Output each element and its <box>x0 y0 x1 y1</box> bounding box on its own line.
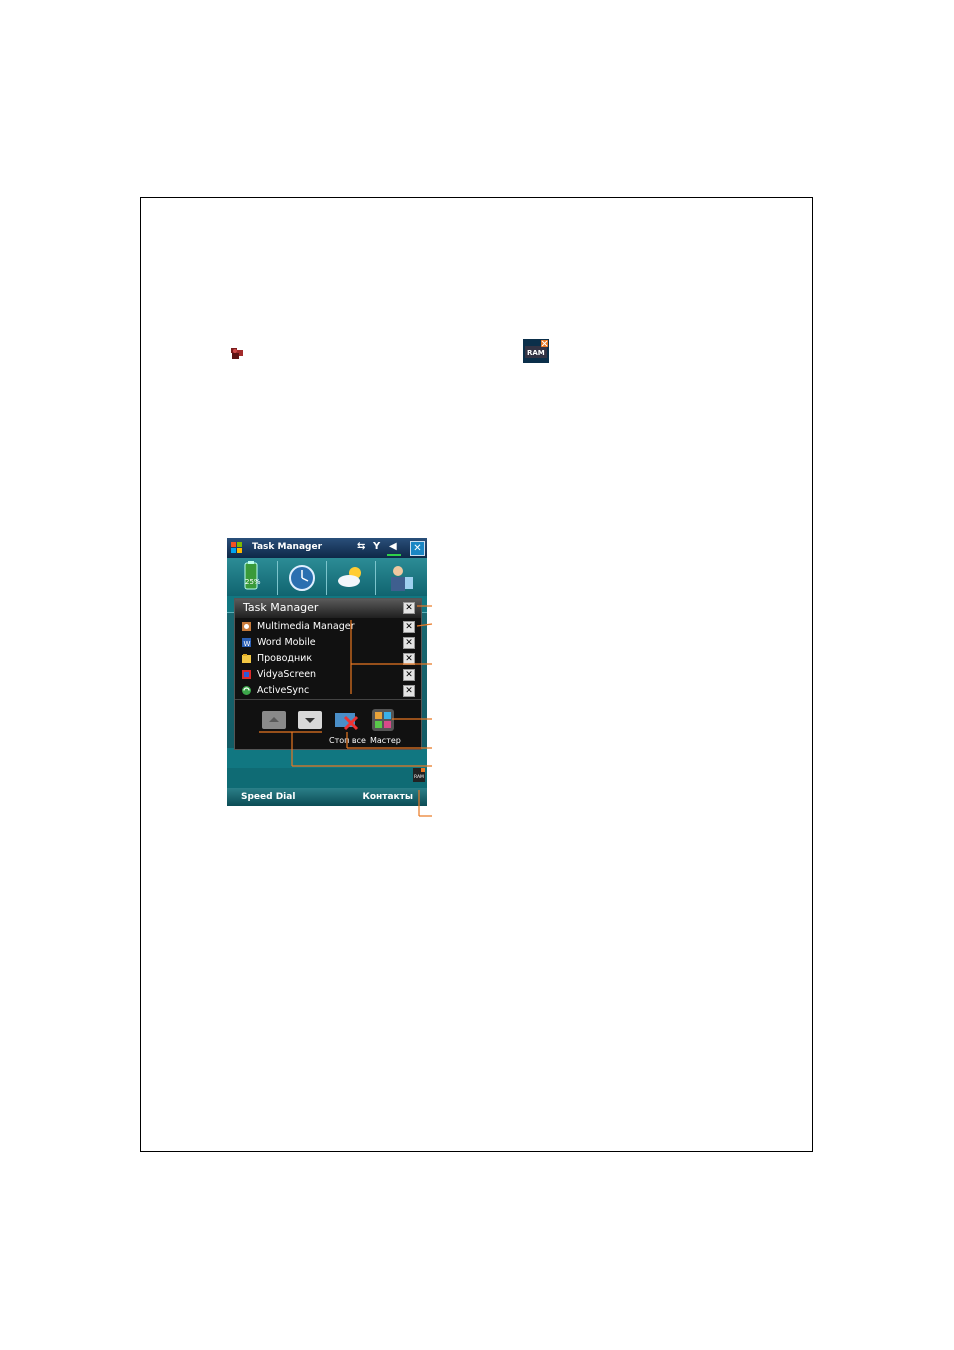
close-task-button[interactable]: ✕ <box>403 621 415 633</box>
stop-all-label: Стоп все <box>329 736 366 745</box>
close-task-button[interactable]: ✕ <box>403 637 415 649</box>
task-row[interactable]: VidyaScreen ✕ <box>235 667 421 683</box>
task-name: Multimedia Manager <box>257 621 355 632</box>
task-name: ActiveSync <box>257 685 310 696</box>
stop-all-button[interactable] <box>333 709 361 731</box>
task-manager-app-icon <box>231 348 243 359</box>
scroll-down-button[interactable] <box>298 711 322 729</box>
softkey-left[interactable]: Speed Dial <box>241 792 295 802</box>
svg-text:RAM: RAM <box>414 774 424 780</box>
explorer-icon <box>242 654 251 663</box>
wizard-label: Мастер <box>370 736 401 745</box>
close-button[interactable]: ✕ <box>410 541 425 556</box>
wizard-button[interactable] <box>372 709 394 731</box>
background-row <box>227 748 427 769</box>
battery-percent: 25% <box>245 578 261 586</box>
svg-text:RAM: RAM <box>527 349 545 357</box>
contact-tile[interactable] <box>376 561 424 595</box>
close-task-button[interactable]: ✕ <box>403 685 415 697</box>
task-row[interactable]: Проводник ✕ <box>235 651 421 667</box>
task-name: Проводник <box>257 653 313 664</box>
word-icon: W <box>242 638 251 648</box>
task-manager-close-button[interactable]: ✕ <box>403 602 415 614</box>
title-bar: Task Manager ⇆ Y ◀ ✕ <box>227 538 427 558</box>
volume-icon[interactable]: ◀ <box>389 541 397 552</box>
task-name: Word Mobile <box>257 637 316 648</box>
task-manager-panel: Task Manager ✕ Multimedia Manager ✕ W Wo… <box>234 598 422 750</box>
clock-tile[interactable] <box>278 561 327 595</box>
task-name: VidyaScreen <box>257 669 317 680</box>
ram-tray-icon-small[interactable]: RAM <box>413 768 425 782</box>
close-task-button[interactable]: ✕ <box>403 669 415 681</box>
clock-icon <box>289 565 315 591</box>
contact-icon <box>391 566 413 591</box>
multimedia-icon <box>242 622 251 631</box>
task-manager-title: Task Manager <box>243 601 319 614</box>
volume-level-bar <box>387 554 401 556</box>
svg-text:W: W <box>244 640 251 648</box>
divider <box>235 699 421 700</box>
network-icon[interactable]: ⇆ <box>357 541 365 552</box>
softkey-bar: Speed Dial Контакты <box>227 788 427 806</box>
weather-tile[interactable] <box>327 561 376 595</box>
device-screen: Task Manager ⇆ Y ◀ ✕ 25% RAM Task Manage… <box>227 538 427 806</box>
task-row[interactable]: Multimedia Manager ✕ <box>235 619 421 635</box>
today-tiles: 25% <box>227 558 427 596</box>
windows-start-icon[interactable] <box>230 541 244 555</box>
softkey-right[interactable]: Контакты <box>362 792 413 802</box>
close-task-button[interactable]: ✕ <box>403 653 415 665</box>
task-row[interactable]: ActiveSync ✕ <box>235 683 421 699</box>
weather-icon <box>338 567 361 587</box>
vidyascreen-icon <box>242 670 251 679</box>
battery-tile[interactable]: 25% <box>229 561 278 595</box>
window-title: Task Manager <box>252 542 323 552</box>
ram-tray-icon: RAM <box>523 339 549 363</box>
scroll-up-button[interactable] <box>262 711 286 729</box>
activesync-icon <box>242 686 251 695</box>
task-manager-header: Task Manager ✕ <box>235 599 421 618</box>
signal-icon[interactable]: Y <box>373 541 380 552</box>
background-row <box>227 768 427 789</box>
task-row[interactable]: W Word Mobile ✕ <box>235 635 421 651</box>
